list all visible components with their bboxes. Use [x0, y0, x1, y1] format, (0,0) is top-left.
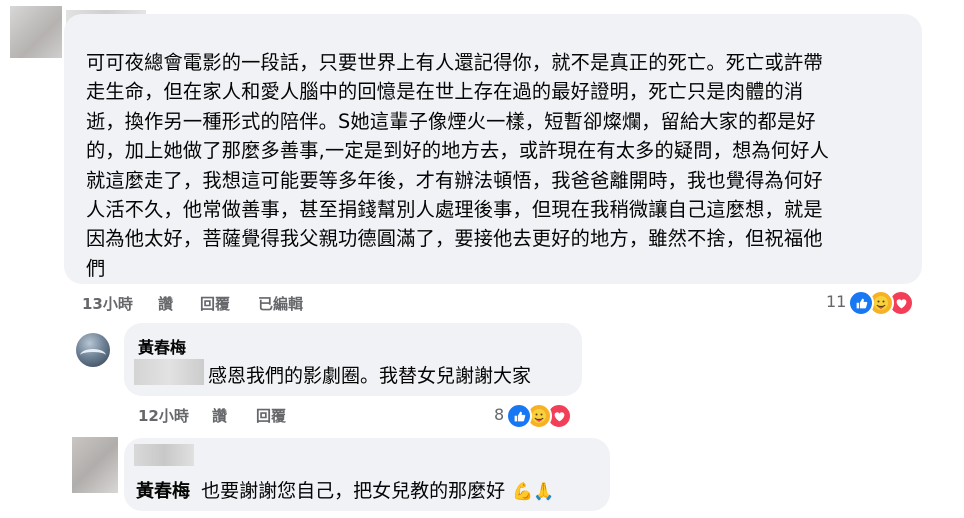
main-comment-text: 可可夜總會電影的一段話，只要世界上有人還記得你，就不是真正的死亡。死亡或許帶 走… — [86, 51, 830, 280]
tagged-name-blurred[interactable] — [134, 359, 204, 385]
main-comment-actions: 13小時 讚 回覆 已編輯 — [82, 293, 402, 313]
reply-2-author-blurred[interactable] — [134, 444, 194, 466]
like-reaction-icon — [848, 290, 874, 316]
comment-timestamp[interactable]: 13小時 — [82, 293, 133, 314]
reply-button[interactable]: 回覆 — [200, 293, 230, 314]
reaction-count: 11 — [826, 292, 847, 311]
reply-1-reactions[interactable]: 8 — [494, 403, 584, 429]
like-button[interactable]: 讚 — [212, 405, 227, 426]
reply-2-avatar-blurred[interactable] — [72, 437, 118, 493]
reply-author-avatar[interactable] — [76, 333, 110, 367]
comment-timestamp[interactable]: 12小時 — [138, 405, 189, 426]
reply-button[interactable]: 回覆 — [256, 405, 286, 426]
reply-2-emojis: 💪🙏 — [512, 482, 555, 502]
tagged-user-link[interactable]: 黃春梅 — [136, 481, 190, 502]
reply-1-text: 感恩我們的影劇圈。我替女兒謝謝大家 — [208, 365, 532, 387]
commenter-avatar-blurred[interactable] — [10, 6, 62, 58]
reply-2-content: 黃春梅 也要謝謝您自己，把女兒教的那麼好 💪🙏 — [136, 476, 555, 503]
reaction-count: 8 — [494, 405, 505, 424]
like-button[interactable]: 讚 — [158, 293, 173, 314]
reply-2-text: 也要謝謝您自己，把女兒教的那麼好 — [201, 480, 506, 502]
edited-label: 已編輯 — [258, 295, 304, 313]
main-comment-reactions[interactable]: 11 — [826, 290, 922, 316]
reply-1-author-name[interactable]: 黃春梅 — [138, 334, 186, 358]
reply-1-actions: 12小時 讚 回覆 — [138, 405, 358, 425]
like-reaction-icon — [506, 403, 532, 429]
